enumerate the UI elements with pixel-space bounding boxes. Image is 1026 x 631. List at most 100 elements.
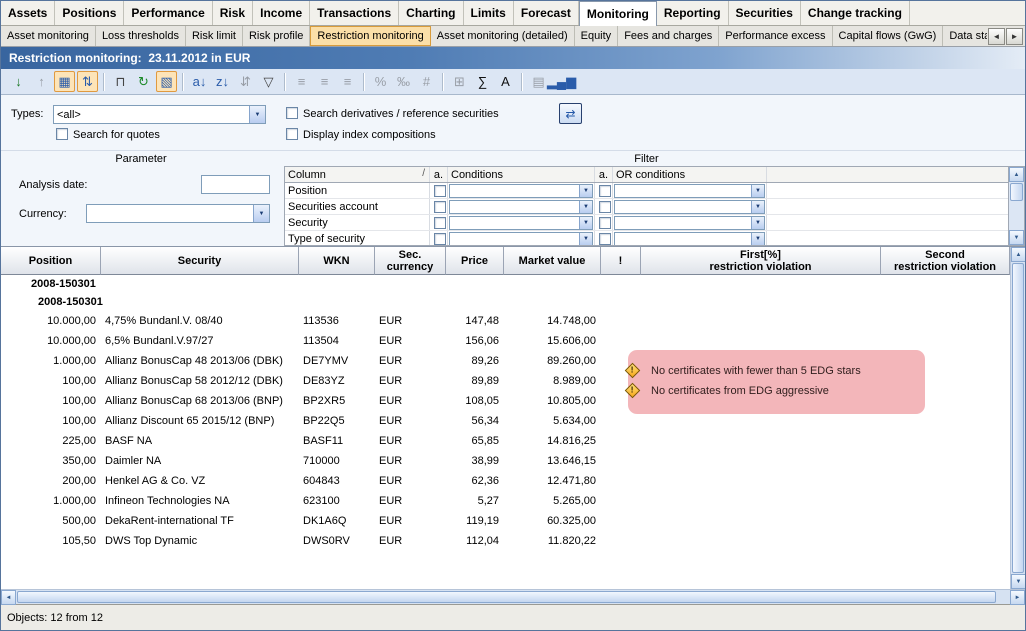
filter-col-header-conditions-2[interactable]: Conditions xyxy=(448,167,595,182)
scroll-down-button[interactable]: ▼ xyxy=(1009,230,1024,245)
or-conditions-dropdown[interactable]: ▼ xyxy=(614,184,765,198)
tab-risk-limit[interactable]: Risk limit xyxy=(186,26,243,46)
filter-col-header-or-conditions-4[interactable]: OR conditions xyxy=(613,167,767,182)
analysis-date-input[interactable] xyxy=(201,175,270,194)
chevron-down-icon[interactable]: ▼ xyxy=(751,217,764,229)
group-row[interactable]: 2008-150301 xyxy=(1,293,1010,311)
menu-item-risk[interactable]: Risk xyxy=(213,1,253,25)
table-row[interactable]: 500,00DekaRent-international TFDK1A6QEUR… xyxy=(1,511,1010,531)
chevron-down-icon[interactable]: ▼ xyxy=(579,217,592,229)
chevron-down-icon[interactable]: ▼ xyxy=(751,233,764,245)
horizontal-scrollbar[interactable]: ◄ ► xyxy=(1,589,1025,604)
tab-fees-and-charges[interactable]: Fees and charges xyxy=(618,26,719,46)
table-row[interactable]: 225,00BASF NABASF11EUR65,8514.816,25 xyxy=(1,431,1010,451)
tab-risk-profile[interactable]: Risk profile xyxy=(243,26,310,46)
execute-search-button[interactable]: ⇄ xyxy=(559,103,582,124)
table-row[interactable]: 100,00Allianz Discount 65 2015/12 (BNP)B… xyxy=(1,411,1010,431)
scroll-up-button[interactable]: ▲ xyxy=(1011,247,1026,262)
table-row[interactable]: 350,00Daimler NA710000EUR38,9913.646,15 xyxy=(1,451,1010,471)
column-header-second-restriction-violation[interactable]: Secondrestriction violation xyxy=(881,247,1010,275)
filter-col-header-column-0[interactable]: Column/ xyxy=(285,167,430,182)
column-header-price[interactable]: Price xyxy=(446,247,504,275)
filter-scrollbar-thumb[interactable] xyxy=(1010,183,1023,201)
tab-performance-excess[interactable]: Performance excess xyxy=(719,26,832,46)
chevron-down-icon[interactable]: ▼ xyxy=(579,185,592,197)
pattern-view-icon[interactable]: ▧ xyxy=(156,71,177,92)
group-row[interactable]: 2008-150301 xyxy=(1,275,1010,293)
filter-or-checkbox[interactable] xyxy=(599,201,611,213)
table-row[interactable]: 10.000,006,5% Bundanl.V.97/27113504EUR15… xyxy=(1,331,1010,351)
tab-scroll-left-button[interactable]: ◄ xyxy=(988,28,1005,45)
column-header-violation-flag[interactable]: ! xyxy=(601,247,641,275)
tab-data-status[interactable]: Data status xyxy=(943,26,987,46)
chevron-down-icon[interactable]: ▼ xyxy=(249,106,265,123)
filter-scrollbar[interactable]: ▲ ▼ xyxy=(1009,166,1025,246)
menu-item-performance[interactable]: Performance xyxy=(124,1,212,25)
filter-col-header-a-3[interactable]: a. xyxy=(595,167,613,182)
filter-and-checkbox[interactable] xyxy=(434,233,446,245)
column-header-security[interactable]: Security xyxy=(101,247,299,275)
chevron-down-icon[interactable]: ▼ xyxy=(253,205,269,222)
scroll-down-button[interactable]: ▼ xyxy=(1011,574,1026,589)
refresh-icon[interactable]: ↻ xyxy=(133,71,154,92)
or-conditions-dropdown[interactable]: ▼ xyxy=(614,200,765,214)
chevron-down-icon[interactable]: ▼ xyxy=(579,233,592,245)
or-conditions-dropdown[interactable]: ▼ xyxy=(614,232,765,246)
conditions-dropdown[interactable]: ▼ xyxy=(449,216,593,230)
column-header-first-restriction-violation[interactable]: First[%]restriction violation xyxy=(641,247,881,275)
tab-loss-thresholds[interactable]: Loss thresholds xyxy=(96,26,186,46)
menu-item-change-tracking[interactable]: Change tracking xyxy=(801,1,910,25)
tab-equity[interactable]: Equity xyxy=(575,26,619,46)
column-header-wkn[interactable]: WKN xyxy=(299,247,375,275)
menu-item-transactions[interactable]: Transactions xyxy=(310,1,399,25)
horizontal-scrollbar-thumb[interactable] xyxy=(17,591,996,603)
menu-item-charting[interactable]: Charting xyxy=(399,1,463,25)
tab-asset-monitoring-detailed[interactable]: Asset monitoring (detailed) xyxy=(431,26,575,46)
table-row[interactable]: 1.000,00Infineon Technologies NA623100EU… xyxy=(1,491,1010,511)
display-index-checkbox[interactable] xyxy=(286,128,298,140)
menu-item-reporting[interactable]: Reporting xyxy=(657,1,729,25)
filter-and-checkbox[interactable] xyxy=(434,185,446,197)
chevron-down-icon[interactable]: ▼ xyxy=(751,185,764,197)
conditions-dropdown[interactable]: ▼ xyxy=(449,200,593,214)
conditions-dropdown[interactable]: ▼ xyxy=(449,232,593,246)
chevron-down-icon[interactable]: ▼ xyxy=(751,201,764,213)
scroll-up-button[interactable]: ▲ xyxy=(1009,167,1024,182)
search-derivatives-checkbox[interactable] xyxy=(286,107,298,119)
filter-or-checkbox[interactable] xyxy=(599,233,611,245)
tab-capital-flows-gwg[interactable]: Capital flows (GwG) xyxy=(833,26,944,46)
column-header-position[interactable]: Position xyxy=(1,247,101,275)
tab-restriction-monitoring[interactable]: Restriction monitoring xyxy=(310,26,430,46)
vertical-scrollbar[interactable]: ▲ ▼ xyxy=(1010,247,1025,589)
or-conditions-dropdown[interactable]: ▼ xyxy=(614,216,765,230)
filter-icon[interactable]: ▽ xyxy=(258,71,279,92)
menu-item-limits[interactable]: Limits xyxy=(464,1,514,25)
menu-item-positions[interactable]: Positions xyxy=(55,1,124,25)
column-header-market-value[interactable]: Market value xyxy=(504,247,601,275)
sort-descending-icon[interactable]: z↓ xyxy=(212,71,233,92)
import-icon[interactable]: ↓ xyxy=(8,71,29,92)
column-header-sec-currency[interactable]: Sec.currency xyxy=(375,247,446,275)
table-mode-icon[interactable]: ▦ xyxy=(54,71,75,92)
tab-scroll-right-button[interactable]: ► xyxy=(1006,28,1023,45)
fit-rows-icon[interactable]: ⇅ xyxy=(77,71,98,92)
menu-item-assets[interactable]: Assets xyxy=(1,1,55,25)
menu-item-forecast[interactable]: Forecast xyxy=(514,1,579,25)
table-row[interactable]: 105,50DWS Top DynamicDWS0RVEUR112,0411.8… xyxy=(1,531,1010,551)
conditions-dropdown[interactable]: ▼ xyxy=(449,184,593,198)
filter-col-header-a-1[interactable]: a. xyxy=(430,167,448,182)
filter-and-checkbox[interactable] xyxy=(434,217,446,229)
types-dropdown[interactable]: <all> ▼ xyxy=(53,105,266,124)
menu-item-income[interactable]: Income xyxy=(253,1,310,25)
filter-scrollbar-track[interactable] xyxy=(1009,202,1024,230)
font-icon[interactable]: A xyxy=(495,71,516,92)
search-for-quotes-checkbox[interactable] xyxy=(56,128,68,140)
scroll-left-button[interactable]: ◄ xyxy=(1,590,16,605)
freeze-pane-icon[interactable]: ⊓ xyxy=(110,71,131,92)
filter-or-checkbox[interactable] xyxy=(599,217,611,229)
vertical-scrollbar-thumb[interactable] xyxy=(1012,263,1024,573)
filter-or-checkbox[interactable] xyxy=(599,185,611,197)
currency-dropdown[interactable]: ▼ xyxy=(86,204,270,223)
table-row[interactable]: 200,00Henkel AG & Co. VZ604843EUR62,3612… xyxy=(1,471,1010,491)
chart-icon[interactable]: ▂▄▆ xyxy=(551,71,572,92)
